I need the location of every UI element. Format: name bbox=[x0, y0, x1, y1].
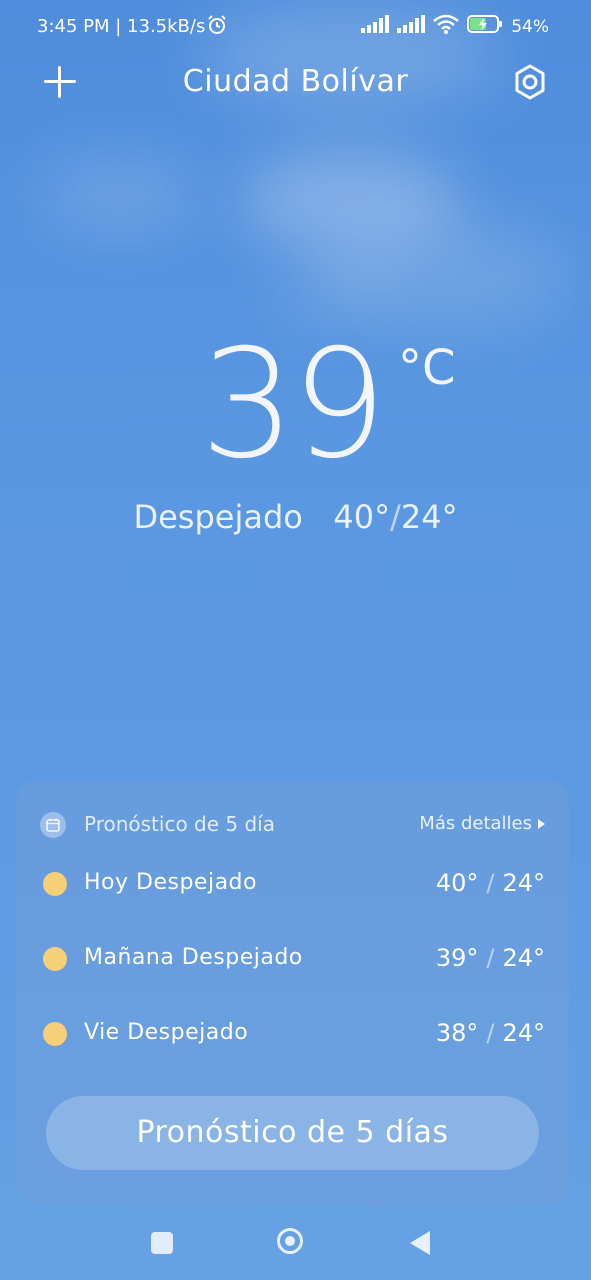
forecast-day-label: Vie Despejado bbox=[84, 1020, 249, 1045]
settings-icon bbox=[515, 64, 545, 100]
forecast-low: 24° bbox=[502, 944, 545, 972]
battery-percent: 54% bbox=[511, 16, 549, 37]
cloud-decoration bbox=[270, 260, 390, 320]
signal-icon bbox=[397, 15, 426, 38]
forecast-high: 38° bbox=[435, 1019, 479, 1047]
current-condition: Despejado bbox=[133, 498, 303, 536]
forecast-card: Pronóstico de 5 día Más detalles Hoy Des… bbox=[16, 780, 569, 1206]
more-details-link[interactable]: Más detalles bbox=[419, 813, 545, 834]
five-day-forecast-button[interactable]: Pronóstico de 5 días bbox=[46, 1096, 539, 1170]
forecast-row[interactable]: Vie Despejado 38°/24° bbox=[40, 1014, 545, 1054]
city-title: Ciudad Bolívar bbox=[182, 64, 409, 99]
signal-icon bbox=[361, 15, 390, 38]
forecast-row[interactable]: Hoy Despejado 40°/24° bbox=[40, 864, 545, 904]
forecast-low: 24° bbox=[502, 1019, 545, 1047]
system-nav-bar bbox=[0, 1210, 591, 1280]
sun-icon bbox=[43, 1022, 67, 1046]
back-button[interactable] bbox=[410, 1231, 430, 1255]
recents-button[interactable] bbox=[151, 1232, 173, 1254]
more-details-label: Más detalles bbox=[419, 813, 532, 834]
forecast-temps: 40°/24° bbox=[435, 869, 545, 897]
current-temperature: 39 bbox=[200, 318, 387, 492]
forecast-temps: 39°/24° bbox=[435, 944, 545, 972]
temperature-unit: °C bbox=[398, 340, 456, 396]
status-icons: 54% bbox=[361, 14, 549, 39]
top-bar: Ciudad Bolívar bbox=[0, 56, 591, 112]
alarm-icon bbox=[206, 14, 228, 41]
wifi-icon bbox=[433, 14, 460, 39]
forecast-title: Pronóstico de 5 día bbox=[84, 812, 275, 836]
battery-charging-icon bbox=[467, 14, 503, 39]
current-temperature-block: 39 °C bbox=[0, 320, 591, 490]
chevron-right-icon bbox=[538, 818, 545, 829]
status-bar: 3:45 PM | 13.5kB/s 54% bbox=[0, 0, 591, 56]
current-high: 40° bbox=[333, 498, 391, 536]
calendar-icon bbox=[40, 812, 66, 838]
sun-icon bbox=[43, 872, 67, 896]
forecast-day-label: Hoy Despejado bbox=[84, 870, 257, 895]
home-button[interactable] bbox=[277, 1228, 303, 1254]
forecast-temps: 38°/24° bbox=[435, 1019, 545, 1047]
forecast-high: 40° bbox=[435, 869, 479, 897]
forecast-row[interactable]: Mañana Despejado 39°/24° bbox=[40, 939, 545, 979]
cloud-decoration bbox=[40, 160, 200, 230]
forecast-header: Pronóstico de 5 día Más detalles bbox=[40, 810, 545, 840]
current-low: 24° bbox=[400, 498, 458, 536]
current-condition-line: Despejado 40°/24° bbox=[133, 498, 458, 536]
forecast-low: 24° bbox=[502, 869, 545, 897]
sun-icon bbox=[43, 947, 67, 971]
status-time: 3:45 PM | 13.5kB/s bbox=[37, 16, 206, 37]
forecast-high: 39° bbox=[435, 944, 479, 972]
forecast-day-label: Mañana Despejado bbox=[84, 945, 303, 970]
settings-button[interactable] bbox=[510, 62, 550, 102]
